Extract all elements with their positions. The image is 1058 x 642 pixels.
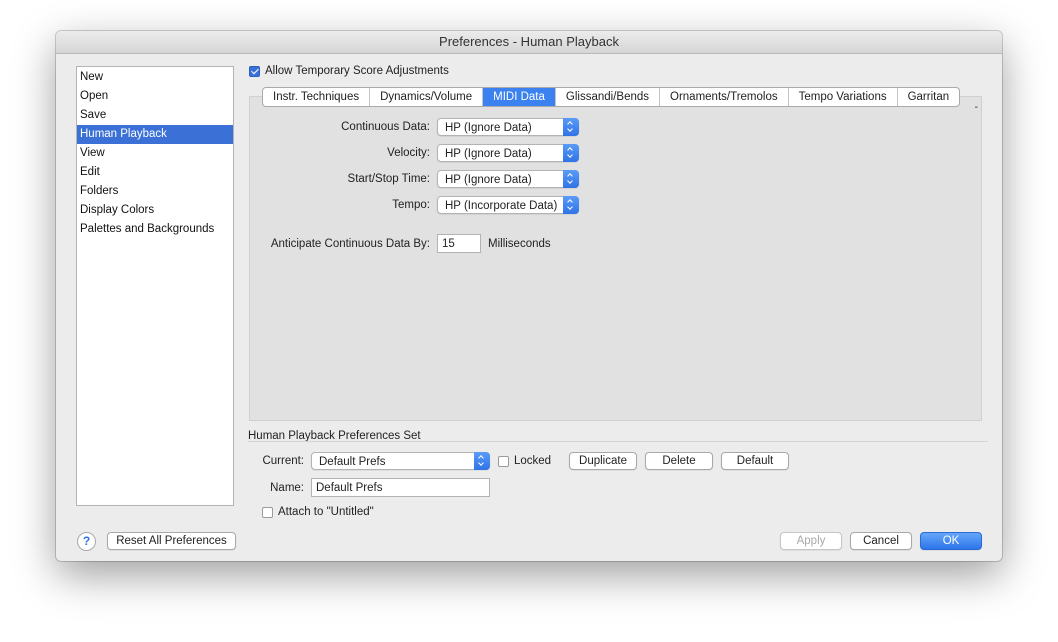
delete-button[interactable]: Delete	[645, 452, 713, 470]
continuous-data-value: HP (Ignore Data)	[445, 122, 532, 134]
default-button[interactable]: Default	[721, 452, 789, 470]
midi-data-panel: - Continuous Data: HP (Ignore Data) Velo…	[249, 96, 982, 421]
anticipate-input[interactable]: 15	[437, 234, 481, 253]
continuous-data-select[interactable]: HP (Ignore Data)	[437, 118, 579, 136]
current-prefs-value: Default Prefs	[319, 456, 386, 468]
cancel-button[interactable]: Cancel	[850, 532, 912, 550]
start-stop-time-value: HP (Ignore Data)	[445, 174, 532, 186]
current-label: Current:	[262, 455, 304, 467]
checkbox-unchecked-icon[interactable]	[262, 506, 273, 518]
allow-temp-adjustments-label: Allow Temporary Score Adjustments	[265, 65, 449, 77]
tab-ornaments-tremolos[interactable]: Ornaments/Tremolos	[660, 88, 789, 106]
sidebar-item-display-colors[interactable]: Display Colors	[77, 201, 233, 220]
current-prefs-select[interactable]: Default Prefs	[311, 452, 490, 470]
tab-bar: Instr. Techniques Dynamics/Volume MIDI D…	[262, 87, 961, 107]
anticipate-label: Anticipate Continuous Data By:	[270, 238, 430, 250]
chevron-updown-icon[interactable]	[563, 144, 579, 162]
window-title: Preferences - Human Playback	[56, 31, 1002, 54]
sidebar-item-palettes-and-backgrounds[interactable]: Palettes and Backgrounds	[77, 220, 233, 239]
attach-untitled-checkbox[interactable]: Attach to "Untitled"	[262, 506, 374, 518]
preferences-window: Preferences - Human Playback New Open Sa…	[56, 31, 1002, 561]
attach-untitled-label: Attach to "Untitled"	[278, 506, 374, 518]
sidebar-item-view[interactable]: View	[77, 144, 233, 163]
tab-midi-data[interactable]: MIDI Data	[483, 88, 556, 106]
locked-checkbox[interactable]: Locked	[498, 455, 551, 467]
tab-tempo-variations[interactable]: Tempo Variations	[789, 88, 898, 106]
checkbox-checked-icon[interactable]	[249, 65, 260, 77]
reset-all-preferences-button[interactable]: Reset All Preferences	[107, 532, 236, 550]
name-input[interactable]: Default Prefs	[311, 478, 490, 497]
start-stop-time-label: Start/Stop Time:	[347, 173, 430, 185]
sidebar-item-open[interactable]: Open	[77, 87, 233, 106]
tempo-label: Tempo:	[392, 199, 430, 211]
tab-instr-techniques[interactable]: Instr. Techniques	[263, 88, 371, 106]
anticipate-unit-label: Milliseconds	[488, 238, 551, 250]
tempo-value: HP (Incorporate Data)	[445, 200, 558, 212]
section-divider	[248, 441, 988, 442]
panel-mark: -	[974, 102, 978, 113]
allow-temp-adjustments-checkbox[interactable]: Allow Temporary Score Adjustments	[249, 65, 449, 77]
velocity-value: HP (Ignore Data)	[445, 148, 532, 160]
tempo-select[interactable]: HP (Incorporate Data)	[437, 196, 579, 214]
ok-button[interactable]: OK	[920, 532, 982, 550]
chevron-updown-icon[interactable]	[563, 196, 579, 214]
sidebar: New Open Save Human Playback View Edit F…	[76, 66, 234, 506]
chevron-updown-icon[interactable]	[563, 118, 579, 136]
sidebar-item-new[interactable]: New	[77, 68, 233, 87]
sidebar-item-save[interactable]: Save	[77, 106, 233, 125]
sidebar-item-edit[interactable]: Edit	[77, 163, 233, 182]
start-stop-time-select[interactable]: HP (Ignore Data)	[437, 170, 579, 188]
tab-dynamics-volume[interactable]: Dynamics/Volume	[370, 88, 484, 106]
continuous-data-label: Continuous Data:	[341, 121, 430, 133]
sidebar-item-human-playback[interactable]: Human Playback	[77, 125, 233, 144]
locked-label: Locked	[514, 455, 552, 467]
chevron-updown-icon[interactable]	[563, 170, 579, 188]
tab-glissandi-bends[interactable]: Glissandi/Bends	[556, 88, 661, 106]
checkbox-unchecked-icon[interactable]	[498, 455, 509, 467]
velocity-select[interactable]: HP (Ignore Data)	[437, 144, 579, 162]
name-label: Name:	[270, 482, 304, 494]
tab-garritan[interactable]: Garritan	[898, 88, 960, 106]
help-icon[interactable]: ?	[77, 532, 96, 551]
velocity-label: Velocity:	[387, 147, 430, 159]
duplicate-button[interactable]: Duplicate	[569, 452, 637, 470]
chevron-updown-icon[interactable]	[474, 452, 490, 470]
apply-button[interactable]: Apply	[780, 532, 842, 550]
sidebar-item-folders[interactable]: Folders	[77, 182, 233, 201]
